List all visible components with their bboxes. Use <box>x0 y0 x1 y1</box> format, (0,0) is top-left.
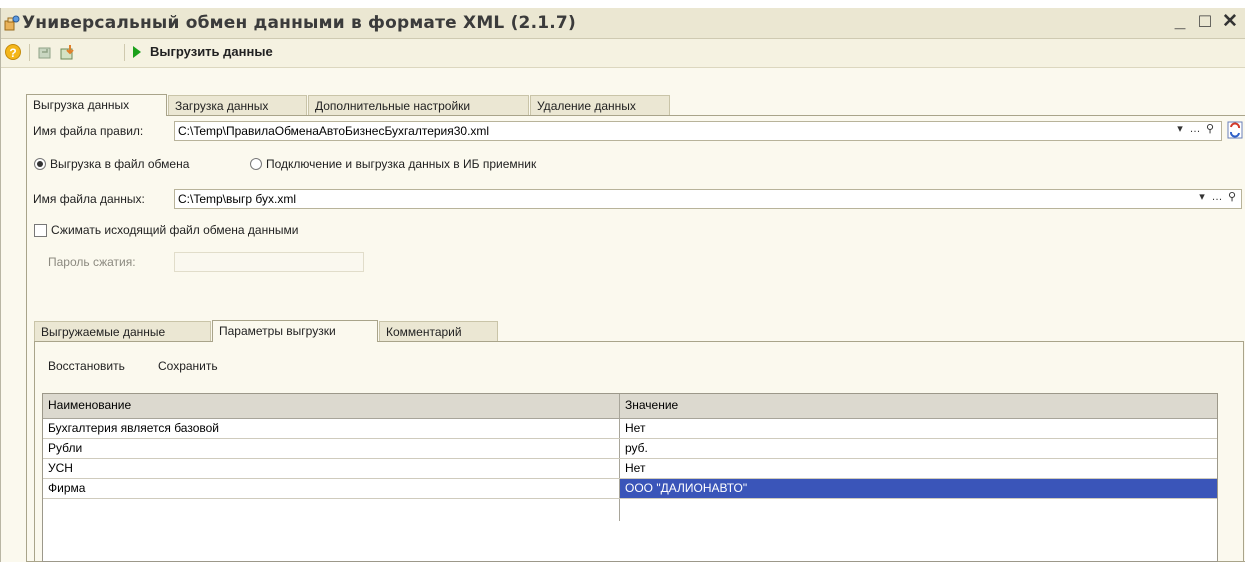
toolbar-separator <box>124 44 125 61</box>
minimize-button[interactable]: _ <box>1169 11 1191 33</box>
help-icon[interactable]: ? <box>5 44 21 60</box>
params-table: Наименование Значение Бухгалтерия являет… <box>42 393 1218 562</box>
table-header: Наименование Значение <box>43 394 1217 419</box>
data-file-value: C:\Temp\выгр бух.xml <box>178 192 297 206</box>
tab-delete-data[interactable]: Удаление данных <box>530 95 670 115</box>
maximize-button[interactable]: □ <box>1194 11 1216 33</box>
tab-additional-settings[interactable]: Дополнительные настройки <box>308 95 529 115</box>
radio-export-to-file-label[interactable]: Выгрузка в файл обмена <box>50 157 189 171</box>
window-title: Универсальный обмен данными в формате XM… <box>22 13 576 33</box>
param-value[interactable]: Нет <box>620 459 1217 478</box>
restore-button[interactable]: Восстановить <box>48 359 125 373</box>
toolbar: ? Выгрузить данные <box>1 39 1245 68</box>
compress-checkbox[interactable] <box>34 224 47 237</box>
tab-exported-data[interactable]: Выгружаемые данные <box>34 321 211 341</box>
radio-connect-ib-label[interactable]: Подключение и выгрузка данных в ИБ прием… <box>266 157 536 171</box>
refresh-icon[interactable] <box>1227 121 1243 139</box>
dropdown-icon[interactable]: ▾ <box>1195 190 1209 206</box>
param-name: Бухгалтерия является базовой <box>48 421 220 435</box>
rules-file-label: Имя файла правил: <box>33 124 144 138</box>
param-value[interactable]: Нет <box>620 419 1217 438</box>
tab-comment[interactable]: Комментарий <box>379 321 498 341</box>
param-name: УСН <box>48 461 73 475</box>
param-name: Рубли <box>48 441 83 455</box>
param-name: Фирма <box>48 481 86 495</box>
toolbar-separator <box>29 44 30 61</box>
save-button[interactable]: Сохранить <box>158 359 218 373</box>
column-header-value[interactable]: Значение <box>620 396 1217 415</box>
radio-export-to-file[interactable] <box>34 158 46 170</box>
run-icon[interactable] <box>133 46 141 58</box>
param-value-selected[interactable]: ООО "ДАЛИОНАВТО" <box>620 479 1217 498</box>
dropdown-icon[interactable]: ▾ <box>1173 122 1187 138</box>
param-value[interactable]: руб. <box>620 439 1217 458</box>
save-settings-icon[interactable] <box>59 44 76 61</box>
tab-import[interactable]: Загрузка данных <box>168 95 307 115</box>
search-icon[interactable]: ⚲ <box>1225 190 1239 206</box>
row-divider <box>43 498 1217 499</box>
load-settings-icon[interactable] <box>37 44 54 61</box>
data-file-label: Имя файла данных: <box>33 192 145 206</box>
rules-file-value: C:\Temp\ПравилаОбменаАвтоБизнесБухгалтер… <box>178 124 490 138</box>
rules-file-field[interactable]: C:\Temp\ПравилаОбменаАвтоБизнесБухгалтер… <box>174 121 1222 141</box>
password-field[interactable] <box>174 252 364 272</box>
ellipsis-icon[interactable]: … <box>1210 190 1224 206</box>
tab-export-params[interactable]: Параметры выгрузки <box>212 320 378 342</box>
export-data-button[interactable]: Выгрузить данные <box>150 44 273 59</box>
password-label: Пароль сжатия: <box>48 255 136 269</box>
radio-connect-ib[interactable] <box>250 158 262 170</box>
column-header-name[interactable]: Наименование <box>43 396 619 415</box>
data-file-field[interactable]: C:\Temp\выгр бух.xml <box>174 189 1242 209</box>
ellipsis-icon[interactable]: … <box>1188 122 1202 138</box>
processing-icon <box>4 15 20 31</box>
title-bar[interactable]: Универсальный обмен данными в формате XM… <box>1 8 1245 39</box>
compress-label[interactable]: Сжимать исходящий файл обмена данными <box>51 223 298 237</box>
tab-export[interactable]: Выгрузка данных <box>26 94 167 116</box>
close-button[interactable]: ✕ <box>1219 11 1241 33</box>
search-icon[interactable]: ⚲ <box>1203 122 1217 138</box>
